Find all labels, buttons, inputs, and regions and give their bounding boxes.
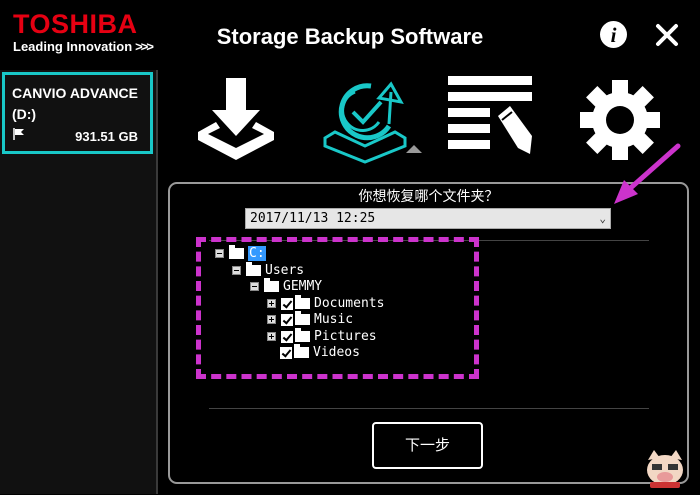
app-title: Storage Backup Software [216, 24, 484, 49]
selected-date: 2017/11/13 12:25 [250, 211, 376, 226]
folder-icon [295, 328, 310, 342]
brand-tagline: Leading Innovation >>> [13, 39, 154, 55]
annotation-arrow-icon [600, 140, 700, 220]
collapse-icon[interactable] [232, 266, 241, 275]
backup-tool-button[interactable] [186, 76, 286, 166]
watermark-mascot-icon [640, 446, 690, 490]
toshiba-logo: TOSHIBA Leading Innovation >>> [13, 9, 154, 55]
tree-label-music: Music [314, 312, 354, 327]
drive-letter: (D:) [12, 106, 37, 122]
info-icon[interactable]: i [600, 21, 627, 48]
tree-label-root: C: [248, 246, 266, 261]
tree-label-videos: Videos [313, 345, 360, 360]
folder-icon [295, 295, 310, 309]
collapse-icon[interactable] [215, 249, 224, 258]
restore-tool-button[interactable] [315, 76, 415, 166]
checkbox[interactable] [281, 313, 293, 326]
folder-icon [294, 344, 309, 358]
tree-label-users: Users [265, 263, 305, 278]
expand-icon[interactable] [267, 315, 276, 324]
edit-tool-button[interactable] [440, 76, 540, 166]
panel-pointer [406, 145, 422, 153]
expand-icon[interactable] [267, 299, 276, 308]
chevrons-icon: >>> [135, 39, 154, 54]
next-button[interactable]: 下一步 [372, 422, 483, 469]
collapse-icon[interactable] [250, 282, 259, 291]
restore-cycle-icon [323, 81, 407, 164]
close-icon[interactable] [652, 20, 682, 50]
checkbox[interactable] [281, 330, 293, 343]
list-edit-icon [448, 76, 532, 154]
tree-label-user: GEMMY [283, 279, 323, 294]
divider [209, 408, 649, 409]
tree-node-videos[interactable]: Videos [280, 344, 360, 361]
checkbox[interactable] [281, 297, 293, 310]
tree-node-user[interactable]: GEMMY [250, 278, 323, 295]
folder-icon [295, 311, 310, 325]
checkbox[interactable] [280, 346, 292, 359]
tree-node-music[interactable]: Music [267, 311, 354, 328]
brand-tagline-text: Leading Innovation [13, 39, 133, 54]
brand-name: TOSHIBA [13, 9, 138, 39]
flag-icon [13, 127, 25, 140]
tree-label-pictures: Pictures [314, 329, 377, 344]
folder-icon [246, 262, 261, 276]
folder-icon [264, 278, 279, 292]
drive-capacity: 931.51 GB [75, 129, 138, 144]
folder-icon [229, 245, 244, 259]
backup-date-select[interactable]: 2017/11/13 12:25 ⌄ [245, 208, 611, 229]
drive-name: CANVIO ADVANCE [12, 85, 139, 101]
download-tray-icon [198, 78, 274, 160]
tree-node-documents[interactable]: Documents [267, 295, 385, 312]
expand-icon[interactable] [267, 332, 276, 341]
tree-node-pictures[interactable]: Pictures [267, 328, 377, 345]
tree-node-root[interactable]: C: [215, 245, 266, 262]
tree-label-documents: Documents [314, 296, 385, 311]
tree-node-users[interactable]: Users [232, 262, 305, 279]
drive-card[interactable]: CANVIO ADVANCE (D:) 931.51 GB [2, 72, 153, 154]
